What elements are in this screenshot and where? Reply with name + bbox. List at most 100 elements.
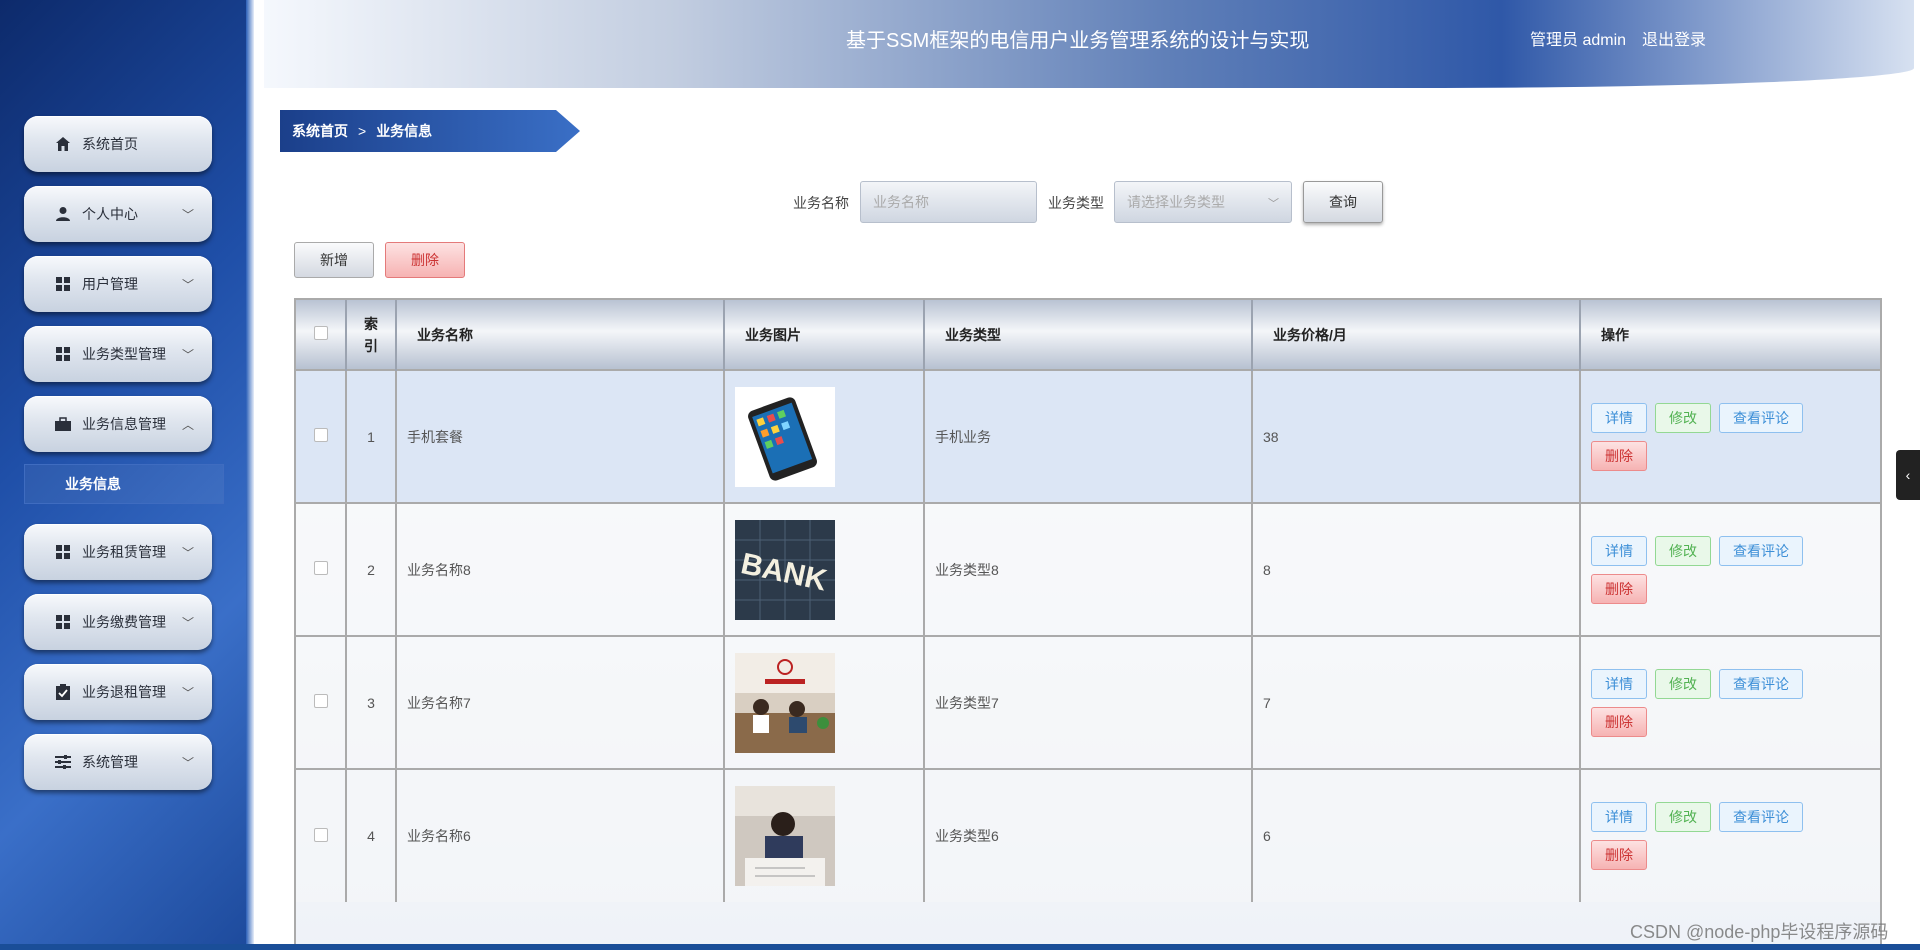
row-checkbox[interactable] [313, 428, 328, 442]
row-price: 8 [1252, 502, 1581, 636]
grid-icon [54, 275, 72, 293]
row-name: 手机套餐 [396, 369, 725, 503]
row-index: 3 [346, 635, 397, 769]
chevron-down-icon: ﹀ [1268, 198, 1279, 210]
breadcrumb-current: 业务信息 [376, 123, 433, 139]
sidebar-item-users[interactable]: 用户管理 ﹀ [24, 256, 212, 312]
chevron-down-icon: ﹀ [181, 278, 194, 292]
row-image-cell [724, 369, 925, 503]
ops-header: 操作 [1580, 300, 1880, 370]
detail-button[interactable]: 详情 [1591, 802, 1647, 832]
row-checkbox[interactable] [313, 561, 328, 575]
delete-button[interactable]: 删除 [1591, 573, 1647, 604]
table-row: 2 业务名称8 BANK 业务类型8 8 详情 修改 查看评论 删除 [296, 502, 1880, 636]
chevron-down-icon: ﹀ [181, 348, 194, 362]
business-table: 索引 业务名称 业务图片 业务类型 业务价格/月 操作 1 手机套餐 手机业务 … [294, 298, 1882, 950]
sidebar-item-label: 业务类型管理 [82, 346, 166, 362]
sidebar-item-business-rental[interactable]: 业务租赁管理 ﹀ [24, 524, 212, 580]
view-reviews-button[interactable]: 查看评论 [1719, 668, 1803, 699]
business-type-select[interactable]: 请选择业务类型 ﹀ [1114, 181, 1292, 223]
grid-icon [54, 543, 72, 561]
sidebar-item-business-cancel[interactable]: 业务退租管理 ﹀ [24, 664, 212, 720]
row-select-cell [296, 635, 347, 769]
price-header: 业务价格/月 [1252, 300, 1581, 370]
delete-button[interactable]: 删除 [1591, 440, 1647, 471]
select-all-checkbox[interactable] [313, 326, 328, 340]
chevron-up-icon: ︿ [181, 418, 194, 432]
add-button[interactable]: 新增 [294, 242, 374, 278]
sidebar-subitem-business-info[interactable]: 业务信息 [24, 464, 224, 504]
breadcrumb-home[interactable]: 系统首页 [292, 121, 348, 141]
chevron-down-icon: ﹀ [181, 756, 194, 770]
row-image-cell [724, 768, 925, 902]
delete-selected-button[interactable]: 删除 [385, 242, 465, 278]
watermark: CSDN @node-php毕设程序源码 [1630, 922, 1889, 942]
chevron-down-icon: ﹀ [181, 616, 194, 630]
business-name-label: 业务名称 [793, 195, 849, 211]
sidebar-item-label: 系统管理 [82, 754, 138, 770]
table-header-row: 索引 业务名称 业务图片 业务类型 业务价格/月 操作 [296, 300, 1880, 370]
sidebar-item-label: 业务退租管理 [82, 684, 166, 700]
briefcase-icon [54, 415, 72, 433]
user-icon [54, 205, 72, 223]
detail-button[interactable]: 详情 [1591, 668, 1647, 699]
sidebar-item-business-type[interactable]: 业务类型管理 ﹀ [24, 326, 212, 382]
row-checkbox[interactable] [313, 694, 328, 708]
row-price: 7 [1252, 635, 1581, 769]
sidebar-item-business-info[interactable]: 业务信息管理 ︿ [24, 396, 212, 452]
breadcrumb-separator: > [358, 123, 367, 139]
index-header: 索引 [346, 300, 397, 370]
select-all-header [296, 300, 347, 370]
sidebar-item-business-payment[interactable]: 业务缴费管理 ﹀ [24, 594, 212, 650]
home-icon [54, 135, 72, 153]
chevron-down-icon: ﹀ [181, 686, 194, 700]
business-type-placeholder: 请选择业务类型 [1127, 194, 1225, 210]
row-image-cell: BANK [724, 502, 925, 636]
view-reviews-button[interactable]: 查看评论 [1719, 402, 1803, 433]
edit-button[interactable]: 修改 [1655, 802, 1711, 832]
sidebar-subitem-label: 业务信息 [65, 476, 121, 492]
sliders-icon [54, 753, 72, 771]
clipboard-icon [54, 683, 72, 701]
breadcrumb: 系统首页 > 业务信息 [280, 110, 580, 152]
row-index: 2 [346, 502, 397, 636]
delete-button[interactable]: 删除 [1591, 706, 1647, 737]
edit-button[interactable]: 修改 [1655, 402, 1711, 433]
row-name: 业务名称6 [396, 768, 725, 902]
bank-sign-image[interactable]: BANK [735, 519, 835, 620]
row-price: 6 [1252, 768, 1581, 902]
business-name-placeholder: 业务名称 [873, 194, 929, 210]
sidebar-item-label: 业务缴费管理 [82, 614, 166, 630]
office-worker-image[interactable] [735, 786, 835, 886]
taskbar-strip [0, 944, 1920, 950]
sidebar-item-label: 用户管理 [82, 276, 138, 292]
chevron-down-icon: ﹀ [181, 546, 194, 560]
sidebar-item-personal[interactable]: 个人中心 ﹀ [24, 186, 212, 242]
edit-button[interactable]: 修改 [1655, 668, 1711, 699]
row-checkbox[interactable] [313, 827, 328, 842]
logout-link[interactable]: 退出登录 [1642, 26, 1706, 50]
row-actions: 详情 修改 查看评论 删除 [1580, 635, 1880, 769]
sidebar-item-home[interactable]: 系统首页 [24, 116, 212, 172]
sidebar-item-label: 业务租赁管理 [82, 544, 166, 560]
bank-counter-image[interactable] [735, 652, 835, 753]
edit-button[interactable]: 修改 [1655, 535, 1711, 566]
table-row: 4 业务名称6 业务类型6 6 详情 修改 查看评论 删除 [296, 768, 1880, 902]
grid-icon [54, 345, 72, 363]
view-reviews-button[interactable]: 查看评论 [1719, 535, 1803, 566]
sidebar-item-system[interactable]: 系统管理 ﹀ [24, 734, 212, 790]
view-reviews-button[interactable]: 查看评论 [1719, 802, 1803, 832]
grid-icon [54, 613, 72, 631]
query-button[interactable]: 查询 [1303, 181, 1383, 223]
page-title: 基于SSM框架的电信用户业务管理系统的设计与实现 [846, 30, 1310, 52]
sidebar-item-label: 个人中心 [82, 206, 138, 222]
business-name-input[interactable]: 业务名称 [860, 181, 1037, 223]
smartphone-image[interactable] [735, 386, 835, 487]
delete-button[interactable]: 删除 [1591, 840, 1647, 870]
detail-button[interactable]: 详情 [1591, 535, 1647, 566]
collapse-panel-tab[interactable]: ‹ [1896, 450, 1920, 500]
row-select-cell [296, 502, 347, 636]
detail-button[interactable]: 详情 [1591, 402, 1647, 433]
row-actions: 详情 修改 查看评论 删除 [1580, 768, 1880, 902]
row-index: 1 [346, 369, 397, 503]
